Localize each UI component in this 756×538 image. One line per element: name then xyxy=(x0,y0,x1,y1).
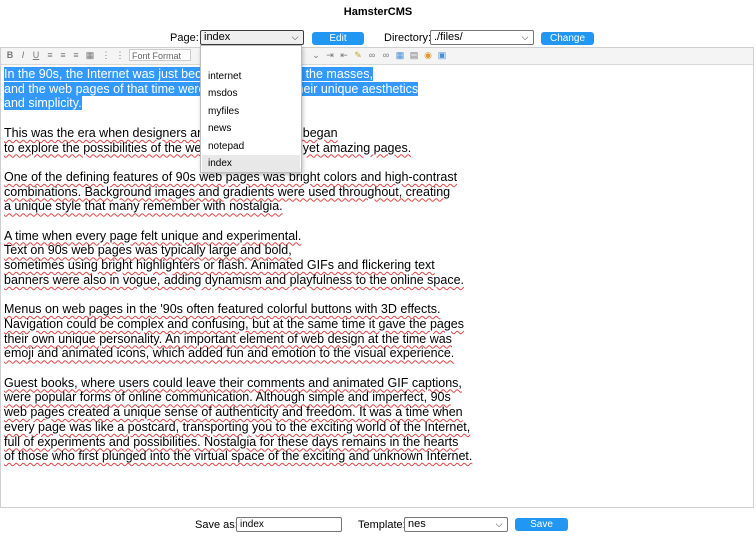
selected-text: In the 90s, the Internet was just becomi… xyxy=(4,67,373,81)
content-line: Guest books, where users could leave the… xyxy=(4,375,462,390)
dropdown-option[interactable]: msdos xyxy=(202,85,300,102)
directory-select[interactable]: ./files/ ⌵ xyxy=(430,30,534,45)
template-select-value: nes xyxy=(408,518,426,530)
content-line: a unique style that many remember with n… xyxy=(4,199,283,214)
content-paragraph: In the 90s, the Internet was just becomi… xyxy=(4,67,744,111)
change-button[interactable]: Change xyxy=(541,32,594,45)
content-line: to explore the possibilities of the web,… xyxy=(4,140,412,155)
color-icon[interactable]: ◉ xyxy=(423,50,433,61)
save-button[interactable]: Save xyxy=(515,518,568,531)
directory-label: Directory: xyxy=(384,32,432,44)
source-icon[interactable]: ▤ xyxy=(409,50,419,61)
dropdown-option[interactable]: myfiles xyxy=(202,103,300,120)
editor-toolbar: B I U ≡ ≡ ≡ ▦ ⋮ ⋮ Font Format ⌄ ⇥ ⇤ ✎ ∞ … xyxy=(1,48,753,65)
underline-icon[interactable]: U xyxy=(31,50,41,61)
dropdown-option[interactable]: index xyxy=(202,155,300,172)
edit-button[interactable]: Edit xyxy=(312,32,364,45)
template-select[interactable]: nes ⌵ xyxy=(404,517,508,532)
page-dropdown-list: internet msdos myfiles news notepad index xyxy=(200,45,302,173)
editor[interactable]: B I U ≡ ≡ ≡ ▦ ⋮ ⋮ Font Format ⌄ ⇥ ⇤ ✎ ∞ … xyxy=(0,47,754,508)
content-line: A time when every page felt unique and e… xyxy=(4,228,302,243)
save-as-value: index xyxy=(240,519,264,530)
chevron-down-icon: ⌵ xyxy=(495,519,503,529)
page-select-value: index xyxy=(204,31,231,43)
link-icon[interactable]: ∞ xyxy=(367,50,377,61)
content-line: and simplicity. xyxy=(4,96,744,111)
align-right-icon[interactable]: ≡ xyxy=(71,50,81,61)
content-line: full of experiments and possibilities. N… xyxy=(4,434,459,449)
content-line: Menus on web pages in the '90s often fea… xyxy=(4,302,441,317)
dropdown-option[interactable]: internet xyxy=(202,68,300,85)
bold-icon[interactable]: B xyxy=(5,50,15,61)
save-as-label: Save as: xyxy=(195,519,238,531)
content-line: One of the defining features of 90s web … xyxy=(4,169,458,184)
template-label: Template: xyxy=(358,519,406,531)
editor-content[interactable]: In the 90s, the Internet was just becomi… xyxy=(4,67,744,479)
selected-text: and simplicity. xyxy=(4,96,82,111)
content-paragraph: Guest books, where users could leave the… xyxy=(4,376,744,464)
content-line: every page was like a postcard, transpor… xyxy=(4,419,471,434)
bottom-controls: Save as: index Template: nes ⌵ Save xyxy=(0,517,756,533)
font-format-select[interactable]: Font Format xyxy=(129,49,191,61)
dropdown-option[interactable] xyxy=(202,50,300,67)
page-label: Page: xyxy=(170,32,199,44)
content-line: This was the era when designers and deve… xyxy=(4,125,338,140)
content-line: their own unique personality. An importa… xyxy=(4,331,452,346)
content-line: combinations. Background images and grad… xyxy=(4,184,451,199)
directory-select-value: ./files/ xyxy=(434,31,463,43)
unlink-icon[interactable]: ∞ xyxy=(381,50,391,61)
page-select[interactable]: index ⌵ xyxy=(200,30,304,45)
content-line: Navigation could be complex and confusin… xyxy=(4,316,465,331)
content-line: sometimes using bright highlighters or f… xyxy=(4,258,435,273)
chevron-down-icon: ⌵ xyxy=(521,32,529,42)
align-center-icon[interactable]: ≡ xyxy=(58,50,68,61)
font-format-label: Font Format xyxy=(132,51,182,61)
html-icon[interactable]: ▣ xyxy=(437,50,447,61)
image-icon[interactable]: ✎ xyxy=(353,50,363,61)
table-icon[interactable]: ▦ xyxy=(395,50,405,61)
top-controls: Page: index ⌵ Edit Directory: ./files/ ⌵… xyxy=(0,30,756,46)
indent-icon[interactable]: ⇥ xyxy=(325,50,335,61)
app-title: HamsterCMS xyxy=(343,6,413,18)
content-paragraph: Menus on web pages in the '90s often fea… xyxy=(4,302,744,361)
save-as-input[interactable]: index xyxy=(236,517,342,532)
content-paragraph: One of the defining features of 90s web … xyxy=(4,170,744,214)
chevron-down-icon: ⌵ xyxy=(291,32,299,42)
italic-icon[interactable]: I xyxy=(18,50,28,61)
content-line: Text on 90s web pages was typically larg… xyxy=(4,243,292,258)
align-left-icon[interactable]: ≡ xyxy=(45,50,55,61)
content-line: of those who first plunged into the virt… xyxy=(4,449,473,464)
content-line: emoji and animated icons, which added fu… xyxy=(4,346,455,361)
justify-icon[interactable]: ▦ xyxy=(85,50,95,61)
dropdown-option[interactable]: notepad xyxy=(202,138,300,155)
content-line: banners were also in vogue, adding dynam… xyxy=(4,272,465,287)
outdent-icon[interactable]: ⇤ xyxy=(339,50,349,61)
content-line: and the web pages of that time were rema… xyxy=(4,81,744,97)
content-paragraph: This was the era when designers and deve… xyxy=(4,126,744,155)
dropdown-option[interactable]: news xyxy=(202,120,300,137)
content-line: were popular forms of online communicati… xyxy=(4,390,451,405)
content-line: In the 90s, the Internet was just becomi… xyxy=(4,67,744,82)
ordered-list-icon[interactable]: ⋮ xyxy=(101,50,111,61)
unordered-list-icon[interactable]: ⋮ xyxy=(115,50,125,61)
content-paragraph: A time when every page felt unique and e… xyxy=(4,229,744,288)
chevron-down-icon: ⌄ xyxy=(312,50,320,60)
content-line: web pages created a unique sense of auth… xyxy=(4,405,463,420)
